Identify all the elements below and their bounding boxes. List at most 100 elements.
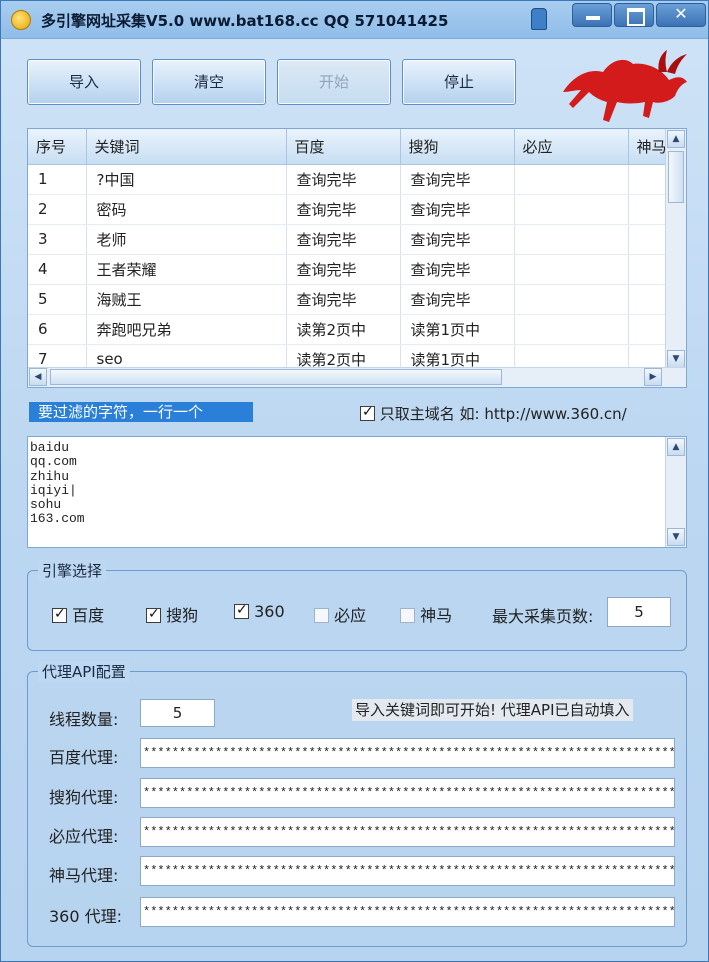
checkbox-icon[interactable] [146, 606, 161, 623]
import-button[interactable]: 导入 [27, 59, 141, 105]
360-proxy-input[interactable]: ****************************************… [140, 897, 675, 927]
close-button[interactable]: ✕ [656, 3, 706, 27]
table-row[interactable]: 2 密码 查询完毕 查询完毕 [28, 194, 686, 225]
table-row[interactable]: 1 ?中国 查询完毕 查询完毕 [28, 164, 686, 195]
shirt-skin-icon[interactable] [531, 8, 547, 30]
cell-bing [514, 254, 629, 285]
threads-label: 线程数量: [49, 710, 119, 729]
column-header-bing[interactable]: 必应 [514, 129, 629, 165]
cell-index: 2 [28, 194, 87, 225]
main-domain-check-icon[interactable] [360, 404, 375, 421]
cell-baidu: 读第2页中 [286, 314, 401, 345]
cell-keyword: 奔跑吧兄弟 [86, 314, 287, 345]
cell-sogou: 查询完毕 [400, 254, 515, 285]
shenma-proxy-label: 神马代理: [49, 866, 119, 885]
cell-baidu: 查询完毕 [286, 254, 401, 285]
filter-text-content[interactable]: baidu qq.com zhihu iqiyi| sohu 163.com [28, 437, 686, 531]
cell-index: 5 [28, 284, 87, 315]
table-horizontal-scroll-thumb[interactable] [50, 369, 502, 385]
engine-sogou-checkbox[interactable]: 搜狗 [146, 602, 198, 626]
column-header-index[interactable]: 序号 [28, 129, 87, 165]
scroll-down-icon[interactable]: ▼ [667, 528, 685, 546]
threads-input[interactable]: 5 [140, 699, 215, 727]
proxy-config-title: 代理API配置 [38, 661, 130, 682]
engine-shenma-label: 神马 [420, 606, 453, 625]
checkbox-icon[interactable] [314, 608, 329, 623]
engine-360-label: 360 [254, 602, 285, 621]
table-row[interactable]: 4 王者荣耀 查询完毕 查询完毕 [28, 254, 686, 285]
window-title: 多引擎网址采集V5.0 www.bat168.cc QQ 571041425 [41, 12, 449, 30]
max-pages-label: 最大采集页数: [492, 607, 594, 626]
engine-sogou-label: 搜狗 [166, 606, 199, 625]
scroll-up-icon[interactable]: ▲ [667, 438, 685, 456]
column-header-baidu[interactable]: 百度 [286, 129, 401, 165]
table-row[interactable]: 3 老师 查询完毕 查询完毕 [28, 224, 686, 255]
sogou-proxy-input[interactable]: ****************************************… [140, 778, 675, 808]
cell-keyword: ?中国 [86, 164, 287, 195]
scroll-left-icon[interactable]: ◀ [29, 368, 47, 386]
cell-index: 4 [28, 254, 87, 285]
table-vertical-scrollbar[interactable]: ▲ ▼ [665, 129, 686, 369]
checkbox-icon[interactable] [52, 606, 67, 623]
cell-bing [514, 224, 629, 255]
table-vertical-scroll-thumb[interactable] [668, 151, 684, 203]
engine-shenma-checkbox[interactable]: 神马 [400, 602, 452, 626]
engine-bing-checkbox[interactable]: 必应 [314, 602, 366, 626]
cell-index: 6 [28, 314, 87, 345]
checkbox-icon[interactable] [400, 608, 415, 623]
max-pages-input[interactable]: 5 [607, 597, 671, 627]
maximize-button[interactable] [614, 3, 654, 27]
keyword-grid: 序号 关键词 百度 搜狗 必应 神马 1 ?中国 查询完毕 查询完毕 2 密码 … [28, 129, 686, 375]
cell-baidu: 查询完毕 [286, 284, 401, 315]
minimize-button[interactable] [572, 3, 612, 27]
checkbox-icon[interactable] [234, 602, 249, 619]
table-row[interactable]: 6 奔跑吧兄弟 读第2页中 读第1页中 [28, 314, 686, 345]
cell-bing [514, 194, 629, 225]
column-header-sogou[interactable]: 搜狗 [400, 129, 515, 165]
cell-keyword: 海贼王 [86, 284, 287, 315]
title-bar[interactable]: 多引擎网址采集V5.0 www.bat168.cc QQ 571041425 ✕ [1, 1, 708, 39]
column-header-keyword[interactable]: 关键词 [86, 129, 287, 165]
scroll-right-icon[interactable]: ▶ [644, 368, 662, 386]
scroll-down-icon[interactable]: ▼ [667, 350, 685, 368]
cell-sogou: 查询完毕 [400, 194, 515, 225]
filter-vertical-scrollbar[interactable]: ▲ ▼ [665, 437, 686, 547]
cell-keyword: 密码 [86, 194, 287, 225]
baidu-proxy-label: 百度代理: [49, 748, 119, 767]
engine-selection-title: 引擎选择 [38, 560, 107, 581]
cell-bing [514, 314, 629, 345]
app-logo-icon [11, 10, 31, 30]
main-domain-label: 只取主域名 如: http://www.360.cn/ [379, 405, 627, 423]
start-button[interactable]: 开始 [277, 59, 391, 105]
status-hint: 导入关键词即可开始! 代理API已自动填入 [352, 699, 633, 721]
sogou-proxy-label: 搜狗代理: [49, 788, 119, 807]
cell-baidu: 查询完毕 [286, 194, 401, 225]
baidu-proxy-input[interactable]: ****************************************… [140, 738, 675, 768]
cell-index: 1 [28, 164, 87, 195]
cell-keyword: 老师 [86, 224, 287, 255]
filter-textarea[interactable]: baidu qq.com zhihu iqiyi| sohu 163.com ▲… [27, 436, 687, 548]
shenma-proxy-input[interactable]: ****************************************… [140, 856, 675, 886]
app-window: 多引擎网址采集V5.0 www.bat168.cc QQ 571041425 ✕… [0, 0, 709, 962]
engine-360-checkbox[interactable]: 360 [234, 602, 285, 621]
360-proxy-label: 360 代理: [49, 907, 123, 926]
cell-baidu: 查询完毕 [286, 224, 401, 255]
keyword-table[interactable]: 序号 关键词 百度 搜狗 必应 神马 1 ?中国 查询完毕 查询完毕 2 密码 … [27, 128, 687, 388]
engine-baidu-label: 百度 [72, 606, 105, 625]
cell-keyword: 王者荣耀 [86, 254, 287, 285]
bing-proxy-label: 必应代理: [49, 827, 119, 846]
cell-sogou: 查询完毕 [400, 164, 515, 195]
engine-baidu-checkbox[interactable]: 百度 [52, 602, 104, 626]
stop-button[interactable]: 停止 [402, 59, 516, 105]
cell-bing [514, 284, 629, 315]
bull-logo-icon [563, 50, 687, 122]
scroll-up-icon[interactable]: ▲ [667, 130, 685, 148]
main-domain-checkbox[interactable]: 只取主域名 如: http://www.360.cn/ [360, 403, 627, 424]
cell-sogou: 查询完毕 [400, 224, 515, 255]
table-row[interactable]: 5 海贼王 查询完毕 查询完毕 [28, 284, 686, 315]
bing-proxy-input[interactable]: ****************************************… [140, 817, 675, 847]
cell-sogou: 查询完毕 [400, 284, 515, 315]
cell-sogou: 读第1页中 [400, 314, 515, 345]
clear-button[interactable]: 清空 [152, 59, 266, 105]
table-horizontal-scrollbar[interactable]: ◀ ▶ [28, 367, 686, 387]
